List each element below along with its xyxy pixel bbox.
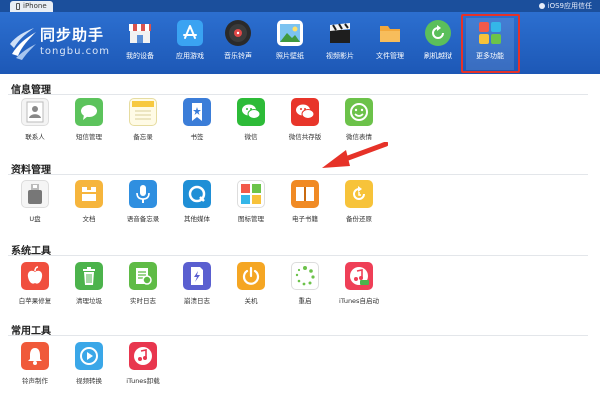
app-video-convert[interactable]: 视频转换 [62,342,116,385]
log-icon [129,262,157,290]
crash-log-icon [183,262,211,290]
icon-grid-icon [237,180,265,208]
app-itunes-uninstall[interactable]: iTunes卸载 [116,342,170,385]
app-voice-memos[interactable]: 语音备忘录 [116,180,170,223]
app-documents[interactable]: 文档 [62,180,116,223]
nav-file-manager[interactable]: 文件管理 [366,18,414,70]
apple-repair-icon [21,262,49,290]
store-icon [127,20,153,46]
backup-icon [345,180,373,208]
header: 同步助手 tongbu.com 我的设备 应用游戏 音乐铃声 照片壁纸 视频影片 [0,12,600,74]
refresh-icon [425,20,451,46]
red-arrow-annotation [322,142,388,168]
app-notes[interactable]: 备忘录 [116,98,170,141]
usb-drive-icon [21,180,49,208]
nav-my-device[interactable]: 我的设备 [116,18,164,70]
title-bar: iPhone iOS9应用信任 [0,0,600,12]
itunes-uninstall-icon [129,342,157,370]
device-tab-label: iPhone [23,2,47,10]
section-divider [8,335,588,336]
nav-music-ringtones[interactable]: 音乐铃声 [214,18,262,70]
app-icon-manager[interactable]: 图标管理 [224,180,278,223]
app-ringtone-maker[interactable]: 铃声制作 [8,342,62,385]
phone-icon [16,3,20,10]
app-itunes-autostart[interactable]: iTunes自启动 [332,262,386,305]
wechat-icon [237,98,265,126]
section-divider [8,94,588,95]
app-backup-restore[interactable]: 备份还原 [332,180,386,223]
app-store-icon [177,20,203,46]
logo-name-cn: 同步助手 [40,26,105,44]
app-wechat-coexist[interactable]: 微信共存版 [278,98,332,141]
document-icon [75,180,103,208]
media-icon [183,180,211,208]
nav-more-features[interactable]: 更多功能 [466,18,514,70]
bell-icon [21,342,49,370]
notes-icon [129,98,157,126]
app-clean-junk[interactable]: 清理垃圾 [62,262,116,305]
nav-photos-wallpapers[interactable]: 照片壁纸 [266,18,314,70]
nav-flash-jailbreak[interactable]: 刷机越狱 [414,18,462,70]
app-wechat[interactable]: 微信 [224,98,278,141]
app-wechat-stickers[interactable]: 微信表情 [332,98,386,141]
nav-videos-films[interactable]: 视频影片 [316,18,364,70]
microphone-icon [129,180,157,208]
music-disc-icon [225,20,251,46]
ios9-trust-label: iOS9应用信任 [547,2,592,10]
power-icon [237,262,265,290]
logo-swirl-icon [10,28,36,60]
photo-icon [277,20,303,46]
nav-apps-games[interactable]: 应用游戏 [166,18,214,70]
app-white-apple-repair[interactable]: 白苹果修复 [8,262,62,305]
device-tab[interactable]: iPhone [10,1,53,12]
logo-name-en: tongbu.com [40,46,110,57]
message-bubble-icon [75,98,103,126]
contacts-icon [21,98,49,126]
logo: 同步助手 tongbu.com [8,20,110,66]
app-realtime-log[interactable]: 实时日志 [116,262,170,305]
app-shutdown[interactable]: 关机 [224,262,278,305]
film-clapper-icon [327,20,353,46]
app-contacts[interactable]: 联系人 [8,98,62,141]
app-crash-log[interactable]: 崩溃日志 [170,262,224,305]
ebook-icon [291,180,319,208]
bookmark-icon [183,98,211,126]
app-restart[interactable]: 重启 [278,262,332,305]
apple-icon [538,3,545,9]
tiles-icon [477,20,503,46]
app-usb-drive[interactable]: U盘 [8,180,62,223]
ios9-trust-button[interactable]: iOS9应用信任 [538,0,592,12]
smiley-icon [345,98,373,126]
section-divider [8,174,588,175]
app-bookmarks[interactable]: 书签 [170,98,224,141]
app-sms-manager[interactable]: 短信管理 [62,98,116,141]
itunes-autostart-icon [345,262,373,290]
main-content: 信息管理 联系人 短信管理 备忘录 书签 微信 微信共存版 微信表情 资料管理 … [0,74,600,407]
trash-icon [75,262,103,290]
folder-icon [377,20,403,46]
app-ebooks[interactable]: 电子书籍 [278,180,332,223]
section-divider [8,255,588,256]
video-convert-icon [75,342,103,370]
restart-icon [291,262,319,290]
wechat-coexist-icon [291,98,319,126]
app-other-media[interactable]: 其他媒体 [170,180,224,223]
